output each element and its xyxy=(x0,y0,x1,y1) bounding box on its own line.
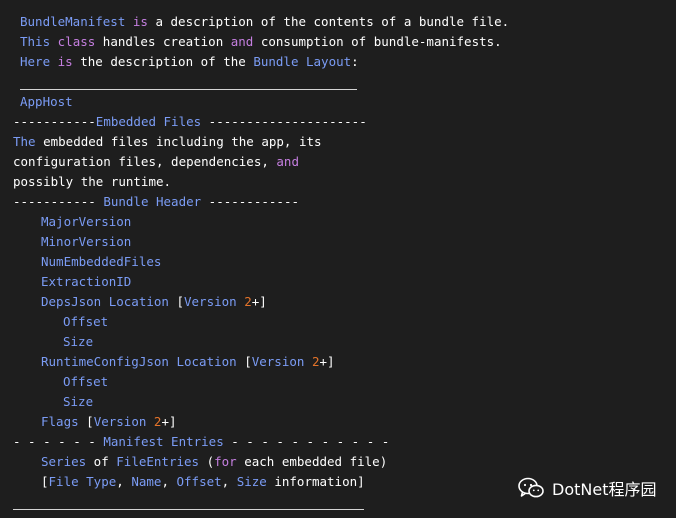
code-token-type: ExtractionID xyxy=(41,274,132,289)
code-token-keyword: class xyxy=(57,34,96,49)
code-line: Here is the description of the Bundle La… xyxy=(20,52,359,72)
code-token-keyword: for xyxy=(214,454,237,469)
code-token-plain: possibly the runtime. xyxy=(13,174,172,189)
code-token-type: Offset xyxy=(63,374,109,389)
code-token-plain: consumption of bundle-manifests. xyxy=(253,34,502,49)
code-token-type: Offset xyxy=(63,314,109,329)
code-token-type: DepsJson Location xyxy=(41,294,169,309)
separator-rule-bottom xyxy=(13,509,364,510)
code-line: NumEmbeddedFiles xyxy=(41,252,161,272)
code-token-type: BundleManifest xyxy=(20,14,126,29)
code-block: BundleManifest is a description of the c… xyxy=(0,0,676,518)
code-line: DepsJson Location [Version 2+] xyxy=(41,292,267,312)
code-token-type: This xyxy=(20,34,51,49)
code-line: possibly the runtime. xyxy=(13,172,171,192)
code-token-type: MinorVersion xyxy=(41,234,132,249)
code-token-plain: [ xyxy=(168,294,184,309)
code-token-keyword: is xyxy=(57,54,73,69)
code-line: Flags [Version 2+] xyxy=(41,412,177,432)
code-token-plain: ( xyxy=(199,454,215,469)
code-token-type: Size xyxy=(236,474,267,489)
code-token-type: Series xyxy=(41,454,87,469)
code-token-plain: - - - - - - xyxy=(13,434,104,449)
code-token-plain: configuration files, dependencies, xyxy=(13,154,277,169)
separator-rule-top xyxy=(20,89,357,90)
code-line: [File Type, Name, Offset, Size informati… xyxy=(41,472,365,492)
code-token-type: RuntimeConfigJson Location xyxy=(41,354,237,369)
code-token-plain: handles creation xyxy=(95,34,231,49)
code-token-type: File Type xyxy=(48,474,117,489)
code-token-type: Bundle Header xyxy=(103,194,202,209)
code-line: Size xyxy=(63,332,93,352)
code-token-plain: ----------- xyxy=(13,194,104,209)
code-token-plain: the description of the xyxy=(72,54,254,69)
code-token-type: The xyxy=(13,134,36,149)
code-token-plain: information] xyxy=(266,474,365,489)
code-token-type: Flags xyxy=(41,414,79,429)
watermark-text: DotNet程序园 xyxy=(552,480,657,499)
code-token-plain: +] xyxy=(319,354,335,369)
code-line: ExtractionID xyxy=(41,272,131,292)
code-token-plain: embedded files including the app, its xyxy=(35,134,322,149)
code-token-type: Size xyxy=(63,334,94,349)
code-token-keyword: is xyxy=(132,14,148,29)
code-token-plain: +] xyxy=(161,414,177,429)
wechat-watermark: DotNet程序园 xyxy=(518,476,656,500)
code-line: Series of FileEntries (for each embedded… xyxy=(41,452,387,472)
code-line: MinorVersion xyxy=(41,232,131,252)
code-token-type: FileEntries xyxy=(116,454,200,469)
code-token-plain: a description of the contents of a bundl… xyxy=(147,14,510,29)
code-token-plain: +] xyxy=(251,294,267,309)
code-token-type: Size xyxy=(63,394,94,409)
code-token-plain: - - - - - - - - - - - xyxy=(223,434,390,449)
code-token-type: NumEmbeddedFiles xyxy=(41,254,162,269)
code-line: This class handles creation and consumpt… xyxy=(20,32,502,52)
code-token-keyword: and xyxy=(230,34,254,49)
code-line: BundleManifest is a description of the c… xyxy=(20,12,509,32)
code-token-plain: ------------ xyxy=(201,194,299,209)
code-line: Size xyxy=(63,392,93,412)
code-token-plain: ----------- xyxy=(13,114,96,129)
code-line: Offset xyxy=(63,312,108,332)
code-line: AppHost xyxy=(20,92,73,112)
code-token-plain: , xyxy=(116,474,132,489)
code-token-plain: each embedded file) xyxy=(236,454,388,469)
code-token-plain: [ xyxy=(41,474,49,489)
code-token-number: 2 xyxy=(244,294,252,309)
code-line: Offset xyxy=(63,372,108,392)
code-line: ----------- Bundle Header ------------ xyxy=(13,192,299,212)
code-token-type: Embedded Files xyxy=(95,114,202,129)
code-token-type: Version xyxy=(251,354,305,369)
code-token-type: Offset xyxy=(176,474,222,489)
code-token-type: MajorVersion xyxy=(41,214,132,229)
code-token-type: Manifest Entries xyxy=(103,434,224,449)
code-token-type: Bundle Layout xyxy=(253,54,352,69)
wechat-icon xyxy=(518,477,544,499)
code-token-plain: [ xyxy=(236,354,252,369)
code-line: -----------Embedded Files --------------… xyxy=(13,112,367,132)
code-token-type: Version xyxy=(93,414,147,429)
code-token-type: Here xyxy=(20,54,51,69)
code-token-type: AppHost xyxy=(20,94,73,109)
code-token-plain: , xyxy=(161,474,177,489)
code-line: - - - - - - Manifest Entries - - - - - -… xyxy=(13,432,389,452)
code-line: RuntimeConfigJson Location [Version 2+] xyxy=(41,352,335,372)
code-line: MajorVersion xyxy=(41,212,131,232)
code-token-plain: [ xyxy=(78,414,94,429)
code-token-keyword: and xyxy=(276,154,299,169)
code-token-plain: of xyxy=(86,454,117,469)
code-token-type: Name xyxy=(131,474,162,489)
code-token-plain: , xyxy=(221,474,237,489)
code-line: configuration files, dependencies, and xyxy=(13,152,299,172)
code-token-plain: --------------------- xyxy=(201,114,367,129)
code-line: The embedded files including the app, it… xyxy=(13,132,322,152)
code-token-plain: : xyxy=(351,54,359,69)
code-token-type: Version xyxy=(184,294,237,309)
